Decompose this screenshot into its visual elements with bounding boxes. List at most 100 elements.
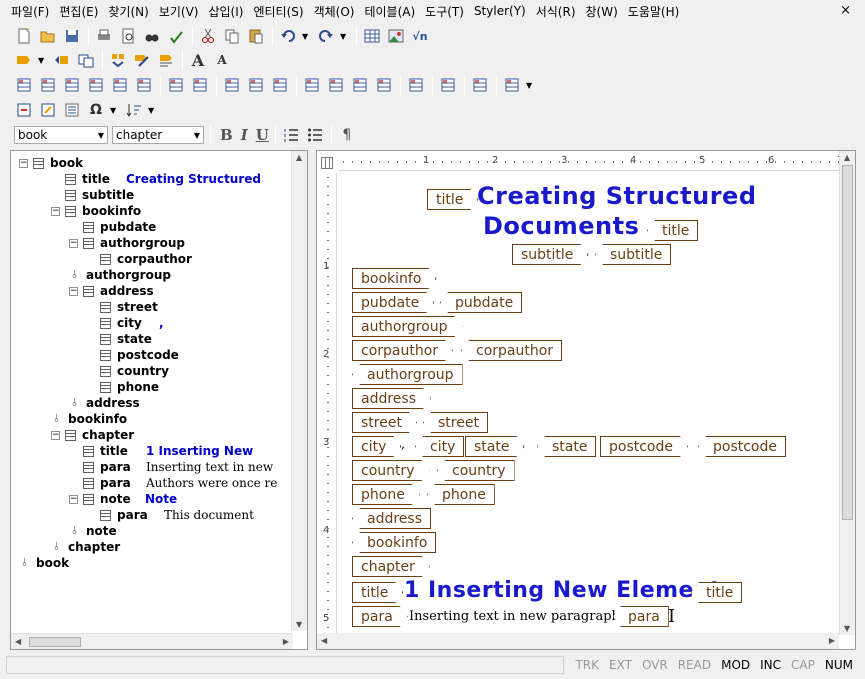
menu-item[interactable]: 객체(O) — [309, 3, 360, 20]
split-element-icon[interactable] — [76, 50, 96, 70]
tag-phone-end[interactable]: phone — [427, 484, 495, 505]
scroll-up-icon[interactable]: ▲ — [844, 153, 850, 162]
insert-element-icon[interactable] — [14, 50, 34, 70]
tag-country-start[interactable]: country — [352, 460, 430, 481]
tag-pubdate-start[interactable]: pubdate — [352, 292, 434, 313]
tree-node-note[interactable]: ⫰ note — [69, 523, 117, 539]
chevron-down-icon[interactable]: ▼ — [148, 106, 156, 115]
tree-node-note[interactable]: − note — [69, 491, 131, 507]
paragraph-text[interactable]: Inserting text in new paragraph — [409, 609, 620, 624]
tag-city-end[interactable]: city — [415, 436, 465, 457]
close-icon[interactable]: × — [840, 3, 851, 18]
undo-icon[interactable] — [278, 26, 298, 46]
new-document-icon[interactable] — [14, 26, 34, 46]
tree-node-book[interactable]: − book — [19, 155, 83, 171]
ruler-corner-icon[interactable] — [321, 157, 333, 169]
tag-chapter-start[interactable]: chapter — [352, 556, 430, 577]
tree-node-title[interactable]: title — [69, 443, 128, 459]
tree-node-bookinfo[interactable]: ⫰ bookinfo — [51, 411, 127, 427]
font-grow-icon[interactable]: A — [188, 50, 208, 70]
tag-state-end[interactable]: state — [537, 436, 597, 457]
menu-item[interactable]: 보기(V) — [154, 3, 204, 20]
bulleted-list-icon[interactable] — [305, 125, 325, 145]
tag-para-start[interactable]: para — [352, 606, 408, 627]
change-element-icon[interactable] — [52, 50, 72, 70]
tree-node-postcode[interactable]: postcode — [86, 347, 179, 363]
tree-node-pubdate[interactable]: pubdate — [69, 219, 156, 235]
menu-item[interactable]: 서식(R) — [531, 3, 581, 20]
tag-country-end[interactable]: country — [437, 460, 515, 481]
insert-image-icon[interactable] — [386, 26, 406, 46]
sort-icon[interactable] — [124, 100, 144, 120]
menu-item[interactable]: 엔티티(S) — [248, 3, 308, 20]
menu-item[interactable]: 찾기(N) — [103, 3, 153, 20]
cell-style-icon[interactable] — [438, 75, 458, 95]
menu-item[interactable]: 테이블(A) — [359, 3, 420, 20]
document-edit-pane[interactable]: 1234567 12345 title Creating Structured … — [316, 150, 856, 650]
scroll-left-icon[interactable]: ◀ — [321, 636, 327, 645]
merge-cells-icon[interactable] — [166, 75, 186, 95]
chevron-down-icon[interactable]: ▼ — [526, 81, 534, 90]
edit-attributes-icon[interactable] — [132, 50, 152, 70]
underline-button[interactable]: U — [256, 126, 269, 144]
document-vertical-scrollbar[interactable]: ▲ ▼ — [839, 151, 855, 635]
chevron-down-icon[interactable]: ▼ — [340, 32, 348, 41]
text-style-icon[interactable] — [470, 75, 490, 95]
tree-node-phone[interactable]: phone — [86, 379, 159, 395]
collapse-icon[interactable]: − — [19, 158, 28, 168]
tree-node-address[interactable]: ⫰ address — [69, 395, 140, 411]
tag-title-end[interactable]: title — [647, 220, 699, 241]
chevron-down-icon[interactable]: ▼ — [38, 56, 46, 65]
tag-postcode-end[interactable]: postcode — [698, 436, 786, 457]
print-preview-icon[interactable] — [118, 26, 138, 46]
tree-node-authorgroup[interactable]: ⫰ authorgroup — [69, 267, 171, 283]
scroll-right-icon[interactable]: ▶ — [829, 636, 835, 645]
scroll-down-icon[interactable]: ▼ — [296, 620, 302, 629]
menu-item[interactable]: 삽입(I) — [203, 3, 248, 20]
scroll-left-icon[interactable]: ◀ — [15, 637, 21, 646]
tree-node-book[interactable]: ⫰ book — [19, 555, 69, 571]
insert-link-icon[interactable] — [14, 100, 34, 120]
tag-subtitle-start[interactable]: subtitle — [512, 244, 588, 265]
menu-item[interactable]: 도움말(H) — [623, 3, 685, 20]
tag-authorgroup-end[interactable]: authorgroup — [352, 364, 463, 385]
show-pilcrow-icon[interactable]: ¶ — [337, 125, 357, 145]
align-center-icon[interactable] — [326, 75, 346, 95]
table-properties-icon[interactable] — [406, 75, 426, 95]
save-icon[interactable] — [62, 26, 82, 46]
insert-table-icon[interactable] — [362, 26, 382, 46]
copy-icon[interactable] — [222, 26, 242, 46]
tree-horizontal-scrollbar[interactable]: ◀ ▶ — [11, 633, 293, 649]
fill-color-icon[interactable] — [502, 75, 522, 95]
menu-item[interactable]: 창(W) — [581, 3, 623, 20]
tree-node-para[interactable]: para — [86, 507, 148, 523]
font-shrink-icon[interactable]: A — [212, 50, 232, 70]
delete-row-icon[interactable] — [110, 75, 130, 95]
tag-chapter-title-end[interactable]: title — [691, 582, 743, 603]
tree-node-corpauthor[interactable]: corpauthor — [86, 251, 192, 267]
tree-node-address[interactable]: − address — [69, 283, 154, 299]
menu-item[interactable]: 도구(T) — [420, 3, 469, 20]
tree-node-subtitle[interactable]: subtitle — [51, 187, 134, 203]
spellcheck-icon[interactable] — [166, 26, 186, 46]
style-combo[interactable]: chapter ▼ — [112, 126, 204, 144]
collapse-icon[interactable]: − — [69, 238, 78, 248]
insert-equation-icon[interactable]: √n — [410, 26, 430, 46]
tag-chapter-title-start[interactable]: title — [352, 582, 403, 603]
tree-node-para[interactable]: para — [69, 475, 131, 491]
find-icon[interactable] — [142, 26, 162, 46]
insert-xref-icon[interactable] — [38, 100, 58, 120]
tag-city-start[interactable]: city — [352, 436, 401, 457]
tree-vertical-scrollbar[interactable]: ▲ ▼ — [291, 151, 307, 631]
numbered-list-icon[interactable] — [281, 125, 301, 145]
tag-address-end[interactable]: address — [352, 508, 432, 529]
align-bottom-icon[interactable] — [270, 75, 290, 95]
italic-button[interactable]: I — [241, 126, 248, 144]
tree-node-city[interactable]: city — [86, 315, 142, 331]
insert-row-above-icon[interactable] — [14, 75, 34, 95]
tag-state-start[interactable]: state — [465, 436, 524, 457]
tree-node-chapter[interactable]: ⫰ chapter — [51, 539, 120, 555]
tree-node-para[interactable]: para — [69, 459, 131, 475]
tag-authorgroup-start[interactable]: authorgroup — [352, 316, 463, 337]
collapse-icon[interactable]: − — [69, 286, 78, 296]
